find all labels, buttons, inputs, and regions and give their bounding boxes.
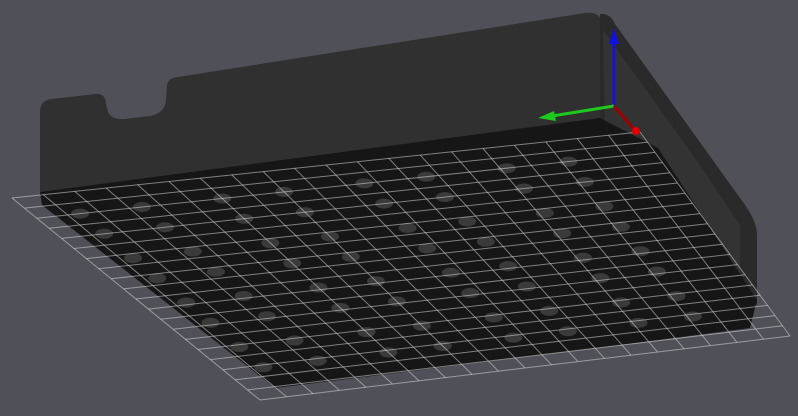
magnet-hole [517, 281, 536, 292]
magnet-hole [558, 326, 577, 337]
magnet-hole [499, 261, 518, 272]
magnet-hole [461, 287, 480, 298]
3d-viewport[interactable] [0, 0, 798, 416]
scene[interactable] [0, 0, 798, 416]
magnet-hole [441, 267, 460, 278]
x-axis-tip-icon [632, 127, 640, 135]
magnet-hole [540, 305, 559, 316]
magnet-hole [484, 312, 503, 323]
